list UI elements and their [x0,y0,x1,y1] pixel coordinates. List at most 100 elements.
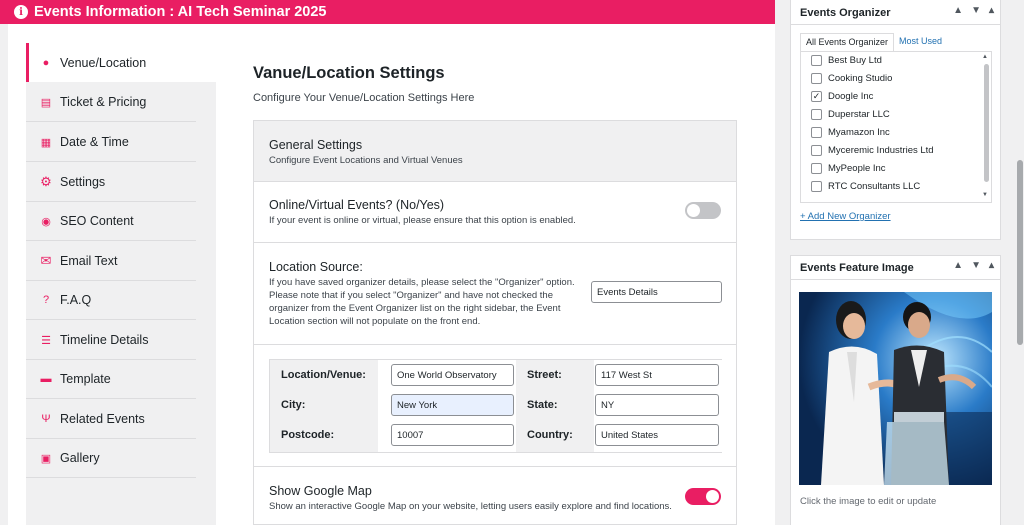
organizer-item[interactable]: RTC Consultants LLC [811,181,920,192]
checkbox[interactable] [811,109,822,120]
page-title: Vanue/Location Settings [253,64,445,82]
tab-timeline-details[interactable]: ☰ Timeline Details [26,321,196,360]
collapse-icon[interactable]: ▴ [989,5,994,16]
google-map-row: Show Google Map Show an interactive Goog… [253,467,737,525]
organizer-scrollbar[interactable]: ▲ ▼ [982,54,990,202]
organizer-label: Duperstar LLC [828,109,890,120]
checkbox[interactable] [811,55,822,66]
envelope-icon: ✉ [40,253,52,268]
organizer-label: Cooking Studio [828,73,893,84]
header-title: Events Information : AI Tech Seminar 202… [34,4,327,20]
organizer-label: Doogle Inc [828,91,874,102]
organizer-header: Events Organizer ▲ ▼ ▴ [791,0,1000,25]
organizer-item[interactable]: Cooking Studio [811,73,892,84]
checkbox-checked[interactable]: ✓ [811,91,822,102]
chevron-down-icon[interactable]: ▼ [971,260,981,271]
section-desc: Configure Event Locations and Virtual Ve… [269,155,463,166]
city-label: City: [281,399,306,411]
organizer-item[interactable]: Duperstar LLC [811,109,890,120]
online-events-row: Online/Virtual Events? (No/Yes) If your … [253,182,737,243]
settings-tab-nav: ● Venue/Location ▤ Ticket & Pricing ▦ Da… [26,43,216,525]
organizer-item[interactable]: Best Buy Ltd [811,55,882,66]
online-title: Online/Virtual Events? (No/Yes) [269,198,445,212]
location-source-desc: If you have saved organizer details, ple… [269,277,575,327]
collapse-icon[interactable]: ▴ [989,260,994,271]
address-section: Location/Venue: One World Observatory St… [253,345,737,467]
state-input[interactable]: NY [595,394,719,416]
map-title: Show Google Map [269,484,372,498]
tab-ticket-pricing[interactable]: ▤ Ticket & Pricing [26,83,196,122]
tab-date-time[interactable]: ▦ Date & Time [26,123,196,162]
tab-template[interactable]: ▬ Template [26,360,196,399]
checkbox[interactable] [811,145,822,156]
scroll-down-icon[interactable]: ▼ [982,192,988,198]
tab-label: Ticket & Pricing [60,95,147,109]
add-new-organizer-link[interactable]: + Add New Organizer [800,211,891,222]
feature-image-title: Events Feature Image [800,261,914,274]
info-icon: i [14,5,28,19]
tab-most-used[interactable]: Most Used [894,33,947,52]
list-icon: ☰ [41,334,51,347]
tab-settings[interactable]: ⚙ Settings [26,163,196,202]
tab-venue-location[interactable]: ● Venue/Location [26,43,216,82]
tab-label: Venue/Location [60,55,147,70]
organizer-list: Best Buy Ltd Cooking Studio ✓ Doogle Inc … [800,51,992,203]
calendar-icon: ▦ [40,136,52,149]
tab-seo-content[interactable]: ◉ SEO Content [26,202,196,241]
chevron-down-icon[interactable]: ▼ [971,5,981,16]
tab-related-events[interactable]: Ψ Related Events [26,400,196,439]
venue-input[interactable]: One World Observatory [391,364,514,386]
organizer-item[interactable]: Myamazon Inc [811,127,890,138]
search-icon: ◉ [41,215,51,228]
feature-image-header: Events Feature Image ▲ ▼ ▴ [791,256,1000,280]
organizer-tabs: All Events Organizer Most Used [800,33,947,52]
section-title: General Settings [269,138,363,152]
online-toggle[interactable] [685,202,721,219]
chevron-up-icon[interactable]: ▲ [953,5,963,16]
scroll-up-icon[interactable]: ▲ [982,54,988,60]
scroll-thumb[interactable] [984,64,989,182]
organizer-title: Events Organizer [800,6,891,19]
country-input[interactable]: United States [595,424,719,446]
tab-faq[interactable]: ? F.A.Q [26,281,196,320]
map-desc: Show an interactive Google Map on your w… [269,501,672,512]
gears-icon: ⚙ [40,174,52,189]
window-scrollbar[interactable] [1015,0,1024,525]
tab-gallery[interactable]: ▣ Gallery [26,439,196,478]
country-label: Country: [527,429,573,441]
box-controls: ▲ ▼ ▴ [953,260,994,271]
online-desc: If your event is online or virtual, plea… [269,215,576,226]
organizer-label: RTC Consultants LLC [828,181,921,192]
tab-label: SEO Content [60,214,134,228]
tab-email-text[interactable]: ✉ Email Text [26,242,196,281]
location-source-select[interactable]: Events Details [591,281,722,303]
city-input[interactable]: New York [391,394,514,416]
tab-label: Gallery [60,451,100,465]
question-icon: ? [42,294,50,306]
organizer-label: MyPeople Inc [828,163,886,174]
tab-label: Template [60,372,111,386]
map-toggle[interactable] [685,488,721,505]
toggle-knob [706,490,719,503]
postcode-input[interactable]: 10007 [391,424,514,446]
checkbox[interactable] [811,73,822,84]
tab-label: Related Events [60,412,145,426]
organizer-item[interactable]: MyPeople Inc [811,163,886,174]
tab-all-organizers[interactable]: All Events Organizer [800,33,895,52]
street-label: Street: [527,369,562,381]
image-icon: ▣ [40,452,52,465]
checkbox[interactable] [811,181,822,192]
organizer-item[interactable]: Myceremic Industries Ltd [811,145,934,156]
events-organizer-box: Events Organizer ▲ ▼ ▴ All Events Organi… [790,0,1001,240]
location-source-row: Location Source: If you have saved organ… [253,243,737,345]
window-scroll-thumb[interactable] [1017,160,1023,345]
checkbox[interactable] [811,163,822,174]
chevron-up-icon[interactable]: ▲ [953,260,963,271]
feature-image[interactable] [799,292,992,485]
organizer-item[interactable]: ✓ Doogle Inc [811,91,873,102]
checkbox[interactable] [811,127,822,138]
seminar-photo [799,292,992,485]
street-input[interactable]: 117 West St [595,364,719,386]
tab-label: Timeline Details [60,333,149,347]
ticket-icon: ▤ [40,96,52,109]
